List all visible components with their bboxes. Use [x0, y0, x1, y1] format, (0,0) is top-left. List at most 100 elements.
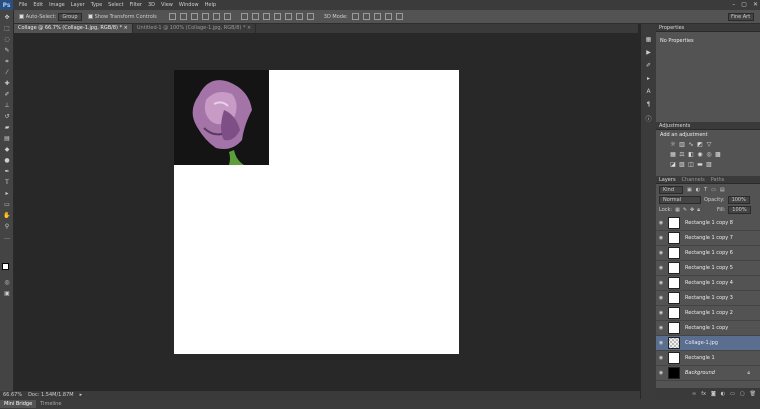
- align-left-icon[interactable]: [201, 13, 209, 20]
- lasso-tool-icon[interactable]: ◌: [3, 37, 11, 43]
- crop-tool-icon[interactable]: ⌗: [3, 59, 11, 65]
- menu-filter[interactable]: Filter: [130, 2, 142, 8]
- adjustment-icon[interactable]: ◐: [721, 391, 725, 397]
- menu-image[interactable]: Image: [49, 2, 65, 8]
- tab-layers[interactable]: Layers: [659, 177, 676, 183]
- posterize-icon[interactable]: ▧: [679, 162, 685, 168]
- layer-row[interactable]: ◉ Background 🔒︎: [656, 366, 760, 381]
- layer-row[interactable]: ◉ Rectangle 1 copy 4: [656, 276, 760, 291]
- filter-shape-icon[interactable]: ▭: [711, 187, 716, 193]
- type-tool-icon[interactable]: T: [3, 180, 11, 186]
- align-right-icon[interactable]: [223, 13, 231, 20]
- opacity-field[interactable]: 100%: [727, 196, 750, 204]
- screen-mode-icon[interactable]: ▣: [3, 291, 11, 297]
- layer-row[interactable]: ◉ Rectangle 1 copy 8: [656, 216, 760, 231]
- menu-file[interactable]: File: [19, 2, 27, 8]
- filter-kind-dropdown[interactable]: Kind: [659, 186, 683, 194]
- folder-icon[interactable]: ▭: [730, 391, 735, 397]
- 3d-pan-icon[interactable]: [373, 13, 381, 20]
- black-white-icon[interactable]: ◧: [688, 152, 694, 158]
- adjustments-header[interactable]: Adjustments: [656, 122, 760, 130]
- show-transform-checkbox[interactable]: [87, 14, 93, 19]
- new-layer-icon[interactable]: ▢: [740, 391, 745, 397]
- menu-help[interactable]: Help: [205, 2, 216, 8]
- visibility-eye-icon[interactable]: ◉: [656, 280, 666, 286]
- gradient-tool-icon[interactable]: ▤: [3, 136, 11, 142]
- eraser-tool-icon[interactable]: ▰: [3, 125, 11, 131]
- visibility-eye-icon[interactable]: ◉: [656, 235, 666, 241]
- distribute-right-icon[interactable]: [295, 13, 303, 20]
- minimize-button[interactable]: –: [732, 1, 735, 8]
- selective-color-icon[interactable]: ▨: [706, 162, 712, 168]
- history-brush-tool-icon[interactable]: ↺: [3, 114, 11, 120]
- menu-type[interactable]: Type: [91, 2, 102, 8]
- channel-mixer-icon[interactable]: ◎: [706, 152, 712, 158]
- hue-saturation-icon[interactable]: ▦: [670, 152, 676, 158]
- levels-icon[interactable]: ▥: [679, 142, 685, 148]
- brush-tool-icon[interactable]: ✐: [3, 92, 11, 98]
- lock-position-icon[interactable]: ✥: [690, 207, 694, 213]
- visibility-eye-icon[interactable]: ◉: [656, 325, 666, 331]
- link-icon[interactable]: ∞: [692, 391, 696, 397]
- info-icon[interactable]: ⓘ: [644, 114, 653, 123]
- fx-icon[interactable]: fx: [701, 391, 706, 397]
- layer-row-selected[interactable]: ◉ Collage-1.jpg: [656, 336, 760, 351]
- visibility-eye-icon[interactable]: ◉: [656, 250, 666, 256]
- quick-select-tool-icon[interactable]: ✎: [3, 48, 11, 54]
- filter-adjustment-icon[interactable]: ◐: [696, 187, 700, 193]
- layer-row[interactable]: ◉ Rectangle 1 copy: [656, 321, 760, 336]
- visibility-eye-icon[interactable]: ◉: [656, 295, 666, 301]
- lock-pixels-icon[interactable]: ▦: [675, 207, 680, 213]
- filter-smart-icon[interactable]: ▤: [720, 187, 725, 193]
- blur-tool-icon[interactable]: ◆: [3, 147, 11, 153]
- photo-filter-icon[interactable]: ◉: [697, 152, 703, 158]
- visibility-eye-icon[interactable]: ◉: [656, 370, 666, 376]
- align-top-icon[interactable]: [168, 13, 176, 20]
- pen-tool-icon[interactable]: ✒: [3, 169, 11, 175]
- blend-mode-dropdown[interactable]: Normal: [659, 196, 701, 204]
- hand-tool-icon[interactable]: ✋: [3, 213, 11, 219]
- properties-header[interactable]: Properties: [656, 24, 760, 32]
- curves-icon[interactable]: ∿: [688, 142, 694, 148]
- filter-pixel-icon[interactable]: ▣: [687, 187, 692, 193]
- character-icon[interactable]: A: [644, 88, 653, 96]
- brush-presets-icon[interactable]: ✐: [644, 62, 653, 70]
- layer-row[interactable]: ◉ Rectangle 1 copy 6: [656, 246, 760, 261]
- menu-select[interactable]: Select: [108, 2, 123, 8]
- tab-timeline[interactable]: Timeline: [36, 400, 65, 408]
- status-arrow-icon[interactable]: ▸: [80, 392, 83, 398]
- 3d-roll-icon[interactable]: [362, 13, 370, 20]
- align-bottom-icon[interactable]: [190, 13, 198, 20]
- auto-select-checkbox[interactable]: [18, 14, 24, 19]
- stamp-tool-icon[interactable]: ⊥: [3, 103, 11, 109]
- 3d-slide-icon[interactable]: [384, 13, 392, 20]
- distribute-top-icon[interactable]: [240, 13, 248, 20]
- restore-button[interactable]: ▢: [741, 1, 747, 8]
- color-lookup-icon[interactable]: ▩: [715, 152, 721, 158]
- auto-align-icon[interactable]: [306, 13, 314, 20]
- zoom-level[interactable]: 66.67%: [3, 392, 22, 398]
- visibility-eye-icon[interactable]: ◉: [656, 265, 666, 271]
- color-balance-icon[interactable]: ⚖: [679, 152, 685, 158]
- visibility-eye-icon[interactable]: ◉: [656, 355, 666, 361]
- filter-type-icon[interactable]: T: [704, 187, 707, 193]
- lock-paint-icon[interactable]: ✎: [683, 207, 687, 213]
- eyedropper-tool-icon[interactable]: ⁄: [3, 70, 11, 76]
- actions-icon[interactable]: ▶: [644, 49, 653, 57]
- foreground-color-swatch[interactable]: [2, 263, 9, 270]
- tab-paths[interactable]: Paths: [711, 177, 725, 183]
- distribute-vcenter-icon[interactable]: [251, 13, 259, 20]
- tab-collage[interactable]: Collage @ 66.7% (Collage-1.jpg, RGB/8) *…: [14, 24, 133, 33]
- menu-3d[interactable]: 3D: [148, 2, 155, 8]
- menu-layer[interactable]: Layer: [71, 2, 85, 8]
- tab-channels[interactable]: Channels: [682, 177, 705, 183]
- marquee-tool-icon[interactable]: ⬚: [3, 26, 11, 32]
- path-select-tool-icon[interactable]: ▸: [3, 191, 11, 197]
- play-icon[interactable]: ▸: [644, 75, 653, 83]
- layer-row[interactable]: ◉ Rectangle 1 copy 7: [656, 231, 760, 246]
- fill-field[interactable]: 100%: [728, 206, 751, 214]
- mask-icon[interactable]: ◙: [711, 391, 716, 397]
- distribute-bottom-icon[interactable]: [262, 13, 270, 20]
- layer-row[interactable]: ◉ Rectangle 1 copy 2: [656, 306, 760, 321]
- visibility-eye-icon[interactable]: ◉: [656, 340, 666, 346]
